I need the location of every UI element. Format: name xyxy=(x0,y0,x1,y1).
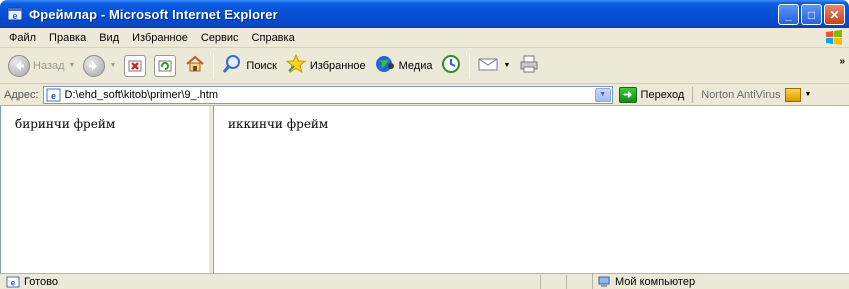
back-arrow-icon xyxy=(8,54,30,77)
star-icon xyxy=(285,53,307,78)
standard-toolbar: Назад ▼ ▼ Поиск Избранное Медиа ▼ » xyxy=(0,48,849,84)
svg-text:e: e xyxy=(51,91,56,101)
back-button[interactable]: Назад ▼ xyxy=(4,51,79,81)
home-button[interactable] xyxy=(180,51,210,81)
menu-tools[interactable]: Сервис xyxy=(196,32,247,44)
mail-dropdown-icon[interactable]: ▼ xyxy=(503,62,510,69)
security-zone: Мой компьютер xyxy=(592,274,695,289)
home-icon xyxy=(184,53,206,78)
address-bar: Адрес: e D:\ehd_soft\kitob\primer\9_.htm… xyxy=(0,84,849,106)
svg-text:e: e xyxy=(11,278,16,287)
favorites-button[interactable]: Избранное xyxy=(281,51,370,81)
stop-icon xyxy=(124,54,147,77)
history-icon xyxy=(440,53,462,78)
title-bar[interactable]: e Фреймлар - Microsoft Internet Explorer… xyxy=(0,0,849,28)
back-dropdown-icon[interactable]: ▼ xyxy=(69,62,76,69)
forward-arrow-icon xyxy=(83,54,106,77)
search-label: Поиск xyxy=(246,59,277,72)
address-input[interactable]: e D:\ehd_soft\kitob\primer\9_.htm ▼ xyxy=(42,85,613,104)
go-button[interactable]: ➜ Переход xyxy=(618,86,685,103)
search-icon xyxy=(221,53,243,78)
print-button[interactable] xyxy=(514,51,544,81)
menu-bar: Файл Правка Вид Избранное Сервис Справка xyxy=(0,28,849,48)
mail-icon xyxy=(477,53,499,78)
media-button[interactable]: Медиа xyxy=(370,51,437,81)
toolbar-separator xyxy=(469,52,471,79)
mail-button[interactable]: ▼ xyxy=(473,51,514,81)
left-frame-text: биринчи фрейм xyxy=(15,117,116,131)
media-label: Медиа xyxy=(398,59,433,72)
norton-antivirus-label: Norton AntiVirus xyxy=(701,88,781,101)
back-label: Назад xyxy=(33,59,65,72)
address-label: Адрес: xyxy=(4,88,39,101)
history-button[interactable] xyxy=(436,51,466,81)
page-content: биринчи фрейм иккинчи фрейм xyxy=(0,106,849,273)
printer-icon xyxy=(518,53,540,78)
menu-help[interactable]: Справка xyxy=(247,32,303,44)
forward-dropdown-icon[interactable]: ▼ xyxy=(109,62,116,69)
menu-file[interactable]: Файл xyxy=(4,32,44,44)
status-text: Готово xyxy=(24,275,58,288)
page-icon: e xyxy=(46,88,62,102)
status-panel xyxy=(540,275,541,289)
internet-explorer-icon: e xyxy=(7,6,23,22)
menu-view[interactable]: Вид xyxy=(94,32,127,44)
status-panel xyxy=(566,275,567,289)
window-controls: _ □ ✕ xyxy=(778,4,845,25)
status-bar: e Готово Мой компьютер xyxy=(0,273,849,289)
address-value: D:\ehd_soft\kitob\primer\9_.htm xyxy=(64,88,219,101)
menu-edit[interactable]: Правка xyxy=(44,32,94,44)
refresh-icon xyxy=(154,54,177,77)
norton-dropdown-icon[interactable]: ▼ xyxy=(805,91,812,98)
stop-button[interactable] xyxy=(120,51,150,81)
go-arrow-icon: ➜ xyxy=(618,86,637,103)
close-button[interactable]: ✕ xyxy=(824,4,845,25)
forward-button[interactable]: ▼ xyxy=(79,51,120,81)
zone-text: Мой компьютер xyxy=(615,276,696,288)
toolbar-overflow-icon[interactable]: » xyxy=(839,56,845,67)
address-separator xyxy=(692,86,694,103)
svg-text:e: e xyxy=(12,11,17,21)
maximize-button[interactable]: □ xyxy=(801,4,822,25)
window-title: Фреймлар - Microsoft Internet Explorer xyxy=(29,6,278,22)
address-dropdown-icon[interactable]: ▼ xyxy=(594,87,611,102)
right-frame: иккинчи фрейм xyxy=(214,106,849,273)
menu-favorites[interactable]: Избранное xyxy=(127,32,196,44)
toolbar-separator xyxy=(213,52,215,79)
right-frame-text: иккинчи фрейм xyxy=(228,117,329,131)
favorites-label: Избранное xyxy=(309,59,366,72)
go-label: Переход xyxy=(640,88,685,101)
minimize-button[interactable]: _ xyxy=(778,4,799,25)
my-computer-icon xyxy=(597,276,611,288)
media-icon xyxy=(374,53,396,78)
page-done-icon: e xyxy=(6,276,20,288)
norton-icon[interactable] xyxy=(784,87,801,102)
left-frame: биринчи фрейм xyxy=(1,106,208,273)
windows-logo-icon xyxy=(823,29,845,47)
search-button[interactable]: Поиск xyxy=(217,51,280,81)
refresh-button[interactable] xyxy=(150,51,180,81)
